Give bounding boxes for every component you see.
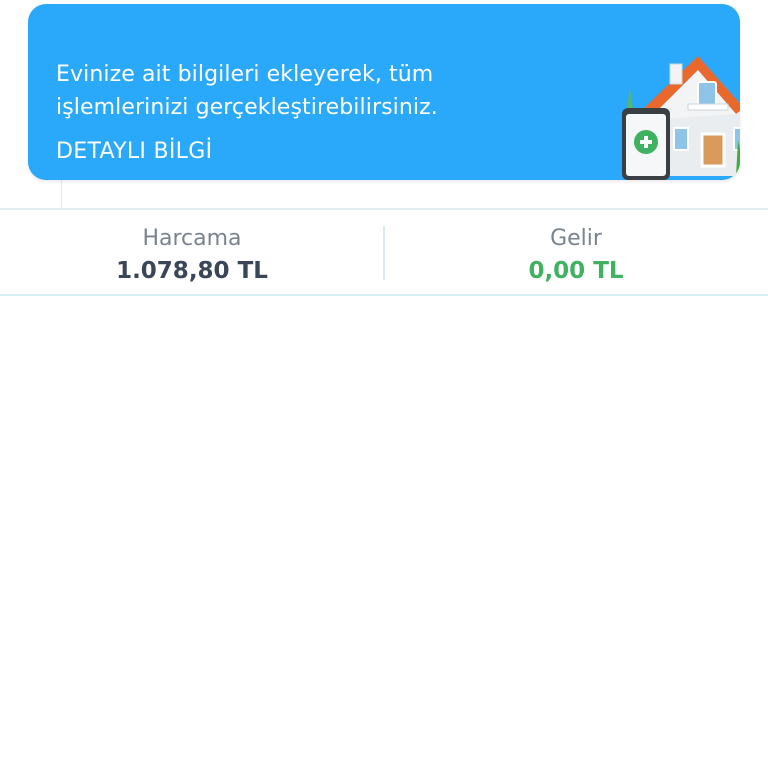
divider (61, 175, 62, 209)
income-value: 0,00 TL (528, 258, 624, 284)
promo-message: Evinize ait bilgileri ekleyerek, tüm işl… (56, 62, 438, 120)
expense-summary[interactable]: Harcama 1.078,80 TL (0, 210, 384, 294)
screen: Evinize ait bilgileri ekleyerek, tüm işl… (0, 0, 768, 768)
home-info-promo-card[interactable]: Evinize ait bilgileri ekleyerek, tüm işl… (28, 4, 740, 180)
detail-info-link[interactable]: DETAYLI BİLGİ (56, 136, 212, 168)
expense-value: 1.078,80 TL (116, 258, 268, 284)
income-label: Gelir (550, 226, 602, 251)
income-summary[interactable]: Gelir 0,00 TL (384, 210, 768, 294)
expense-label: Harcama (142, 226, 242, 251)
house-with-add-phone-icon (622, 56, 740, 180)
summary-bar: Harcama 1.078,80 TL Gelir 0,00 TL (0, 208, 768, 296)
